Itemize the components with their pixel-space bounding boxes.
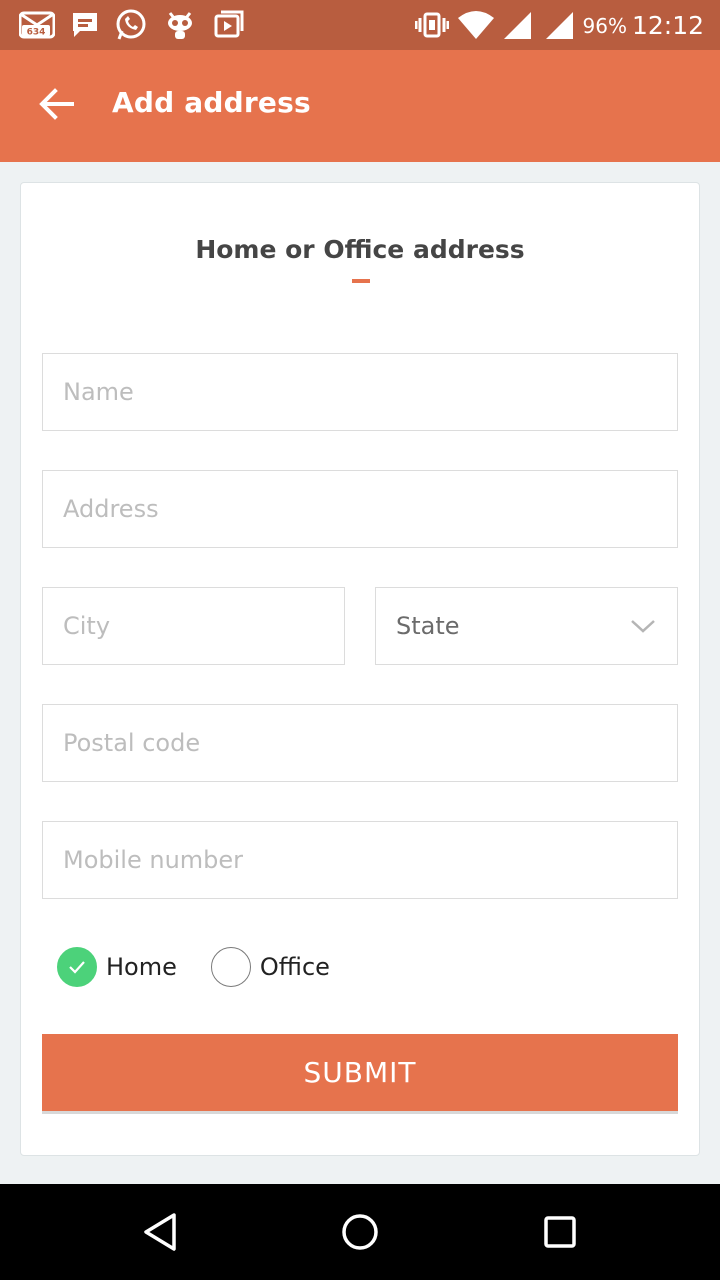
mobile-number-input[interactable]: [43, 822, 677, 898]
submit-button[interactable]: SUBMIT: [42, 1034, 678, 1114]
navigation-bar: [0, 1184, 720, 1280]
radio-home-label: Home: [106, 953, 177, 981]
page-title: Add address: [112, 86, 311, 119]
media-icon: [211, 9, 247, 41]
bug-icon: [162, 9, 198, 41]
vibrate-icon: [414, 9, 450, 41]
clock: 12:12: [631, 11, 704, 40]
signal-icon: [501, 9, 533, 41]
mobile-field-container: [42, 821, 678, 899]
arrow-back-icon: [38, 88, 74, 124]
message-icon: [68, 9, 102, 41]
address-form-card: Home or Office address State Home Office: [20, 182, 700, 1156]
mail-icon: 634: [18, 9, 56, 41]
name-field-container: [42, 353, 678, 431]
address-input[interactable]: [43, 471, 677, 547]
city-input[interactable]: [43, 588, 344, 664]
title-underline: [352, 279, 370, 283]
state-select[interactable]: State: [375, 587, 678, 665]
status-bar: 634 96% 12:12: [0, 0, 720, 50]
battery-level: 96%: [582, 14, 627, 38]
state-select-value: State: [396, 612, 460, 640]
postal-code-input[interactable]: [43, 705, 677, 781]
radio-home[interactable]: Home: [57, 947, 177, 987]
back-button[interactable]: [28, 78, 84, 134]
wifi-icon: [455, 9, 497, 41]
app-bar: Add address: [0, 50, 720, 162]
back-triangle-icon[interactable]: [138, 1210, 182, 1254]
address-field-container: [42, 470, 678, 548]
radio-office-label: Office: [259, 953, 330, 981]
postal-field-container: [42, 704, 678, 782]
name-input[interactable]: [43, 354, 677, 430]
radio-office[interactable]: Office: [210, 947, 330, 987]
whatsapp-icon: [113, 9, 149, 41]
form-title: Home or Office address: [195, 235, 525, 264]
recents-square-icon[interactable]: [538, 1210, 582, 1254]
address-type-radio-group: Home Office: [57, 945, 364, 989]
checkmark-icon: [57, 947, 97, 987]
signal-icon: [543, 9, 575, 41]
radio-unchecked-icon: [210, 947, 251, 987]
city-field-container: [42, 587, 345, 665]
chevron-down-icon: [629, 612, 657, 640]
home-circle-icon[interactable]: [338, 1210, 382, 1254]
notification-count: 634: [27, 28, 46, 38]
